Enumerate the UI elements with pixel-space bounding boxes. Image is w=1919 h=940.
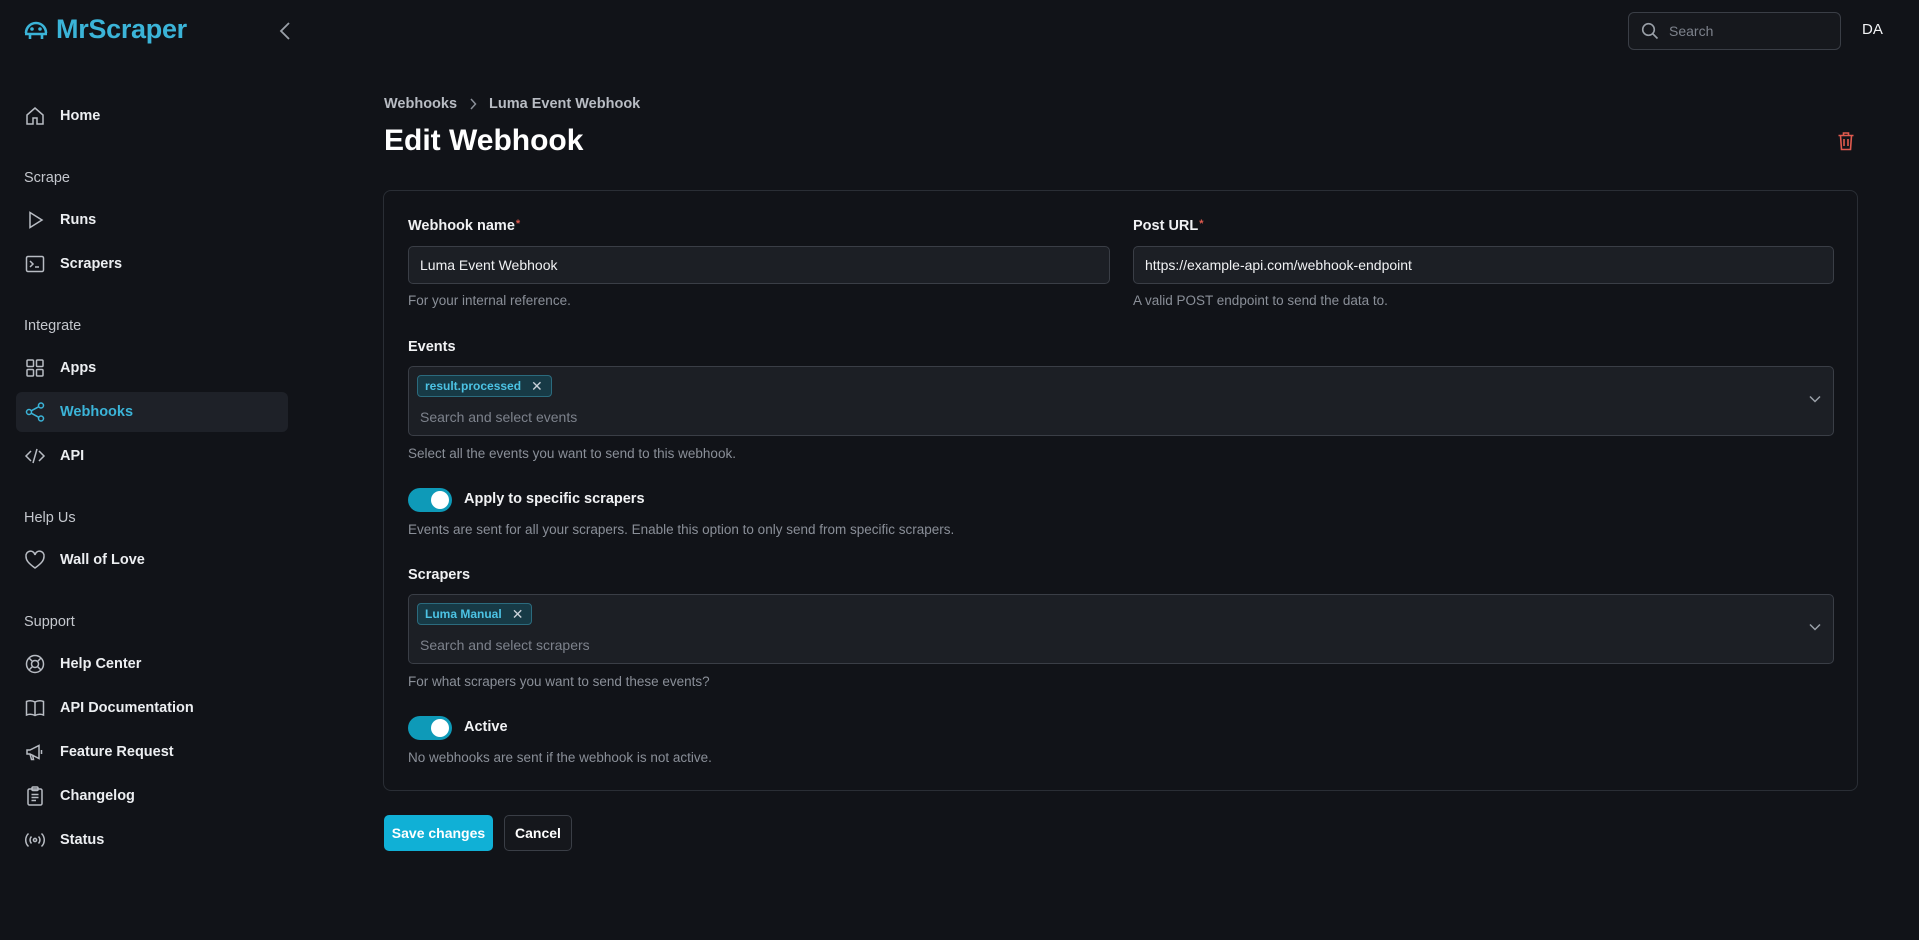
sidebar-item-label: Runs <box>60 212 97 228</box>
webhook-name-input[interactable] <box>408 246 1110 284</box>
book-icon <box>25 700 45 717</box>
active-help: No webhooks are sent if the webhook is n… <box>408 750 712 765</box>
scrapers-help: For what scrapers you want to send these… <box>408 674 710 689</box>
terminal-icon <box>25 255 45 273</box>
chevron-left-icon <box>279 22 290 40</box>
search-icon <box>1641 22 1659 40</box>
sidebar-item-feature-request[interactable]: Feature Request <box>16 732 288 772</box>
save-changes-button[interactable]: Save changes <box>384 815 493 851</box>
section-support: Support <box>24 614 75 630</box>
sidebar-item-help-center[interactable]: Help Center <box>16 644 288 684</box>
page-title: Edit Webhook <box>384 124 584 157</box>
webhook-form-card: Webhook name* For your internal referenc… <box>383 190 1858 791</box>
app-logo[interactable]: MrScraper <box>22 14 187 45</box>
section-scrape: Scrape <box>24 170 70 186</box>
scraper-tag: Luma Manual ✕ <box>417 603 533 625</box>
sidebar-item-runs[interactable]: Runs <box>16 200 288 240</box>
active-label: Active <box>464 719 508 735</box>
events-label: Events <box>408 339 456 355</box>
home-icon <box>26 107 44 125</box>
chevron-down-icon <box>1809 395 1821 403</box>
sidebar-item-label: Webhooks <box>60 404 134 420</box>
remove-tag-icon[interactable]: ✕ <box>531 378 543 395</box>
required-mark: * <box>1199 218 1204 230</box>
sidebar-item-status[interactable]: Status <box>16 820 288 860</box>
active-toggle[interactable] <box>408 716 452 740</box>
webhook-name-label: Webhook name* <box>408 218 520 234</box>
post-url-label-text: Post URL <box>1133 218 1199 234</box>
section-help-us: Help Us <box>24 510 76 526</box>
toggle-knob <box>431 719 449 737</box>
scrapers-search-placeholder[interactable]: Search and select scrapers <box>420 637 590 653</box>
event-tag: result.processed ✕ <box>417 375 552 397</box>
heart-icon <box>25 550 45 569</box>
apply-specific-scrapers-label: Apply to specific scrapers <box>464 491 645 507</box>
breadcrumb-webhooks-link[interactable]: Webhooks <box>384 96 457 112</box>
megaphone-icon <box>26 744 43 761</box>
sidebar-item-label: Apps <box>60 360 97 376</box>
sidebar: Home Scrape Runs Scrapers Integrate Apps… <box>16 96 288 864</box>
sidebar-item-label: Home <box>60 108 101 124</box>
broadcast-icon <box>24 832 46 848</box>
events-help: Select all the events you want to send t… <box>408 446 736 461</box>
logo-icon <box>24 21 48 39</box>
sidebar-item-api[interactable]: API <box>16 436 288 476</box>
post-url-help: A valid POST endpoint to send the data t… <box>1133 293 1388 308</box>
lifebuoy-icon <box>25 654 45 674</box>
remove-tag-icon[interactable]: ✕ <box>512 606 524 623</box>
cancel-button[interactable]: Cancel <box>504 815 572 851</box>
webhook-name-label-text: Webhook name <box>408 218 515 234</box>
required-mark: * <box>515 218 521 230</box>
scrapers-select[interactable]: Luma Manual ✕ Search and select scrapers <box>408 594 1834 664</box>
play-icon <box>29 211 44 229</box>
breadcrumb-current: Luma Event Webhook <box>489 96 641 112</box>
event-tag-label: result.processed <box>425 379 522 393</box>
sidebar-item-home[interactable]: Home <box>16 96 288 136</box>
scrapers-label: Scrapers <box>408 567 471 583</box>
chevron-right-icon <box>470 98 477 110</box>
webhook-name-help: For your internal reference. <box>408 293 571 308</box>
sidebar-item-wall-of-love[interactable]: Wall of Love <box>16 540 288 580</box>
apply-specific-scrapers-toggle[interactable] <box>408 488 452 512</box>
breadcrumb: Webhooks Luma Event Webhook <box>384 96 640 112</box>
sidebar-item-api-documentation[interactable]: API Documentation <box>16 688 288 728</box>
search-box[interactable] <box>1628 12 1841 50</box>
logo-text: MrScraper <box>56 14 187 44</box>
post-url-label: Post URL* <box>1133 218 1204 234</box>
trash-icon <box>1838 132 1854 151</box>
sidebar-item-label: Feature Request <box>60 744 174 760</box>
sidebar-item-scrapers[interactable]: Scrapers <box>16 244 288 284</box>
toggle-knob <box>431 491 449 509</box>
post-url-input[interactable] <box>1133 246 1834 284</box>
sidebar-item-label: Changelog <box>60 788 135 804</box>
share-icon <box>25 402 45 422</box>
sidebar-item-label: API Documentation <box>60 700 194 716</box>
grid-icon <box>26 359 44 377</box>
events-select[interactable]: result.processed ✕ Search and select eve… <box>408 366 1834 436</box>
sidebar-item-changelog[interactable]: Changelog <box>16 776 288 816</box>
sidebar-item-label: API <box>60 448 85 464</box>
apply-specific-scrapers-help: Events are sent for all your scrapers. E… <box>408 522 955 537</box>
code-icon <box>24 448 46 464</box>
search-input[interactable] <box>1669 23 1829 39</box>
sidebar-item-apps[interactable]: Apps <box>16 348 288 388</box>
sidebar-item-label: Help Center <box>60 656 142 672</box>
scraper-tag-label: Luma Manual <box>425 607 502 621</box>
events-search-placeholder[interactable]: Search and select events <box>420 409 577 425</box>
sidebar-item-label: Scrapers <box>60 256 123 272</box>
sidebar-item-webhooks[interactable]: Webhooks <box>16 392 288 432</box>
user-avatar[interactable]: DA <box>1862 21 1883 38</box>
sidebar-item-label: Status <box>60 832 105 848</box>
chevron-down-icon <box>1809 623 1821 631</box>
clipboard-icon <box>27 786 43 806</box>
collapse-sidebar-button[interactable] <box>274 18 296 44</box>
delete-webhook-button[interactable] <box>1834 128 1858 154</box>
section-integrate: Integrate <box>24 318 82 334</box>
sidebar-item-label: Wall of Love <box>60 552 145 568</box>
